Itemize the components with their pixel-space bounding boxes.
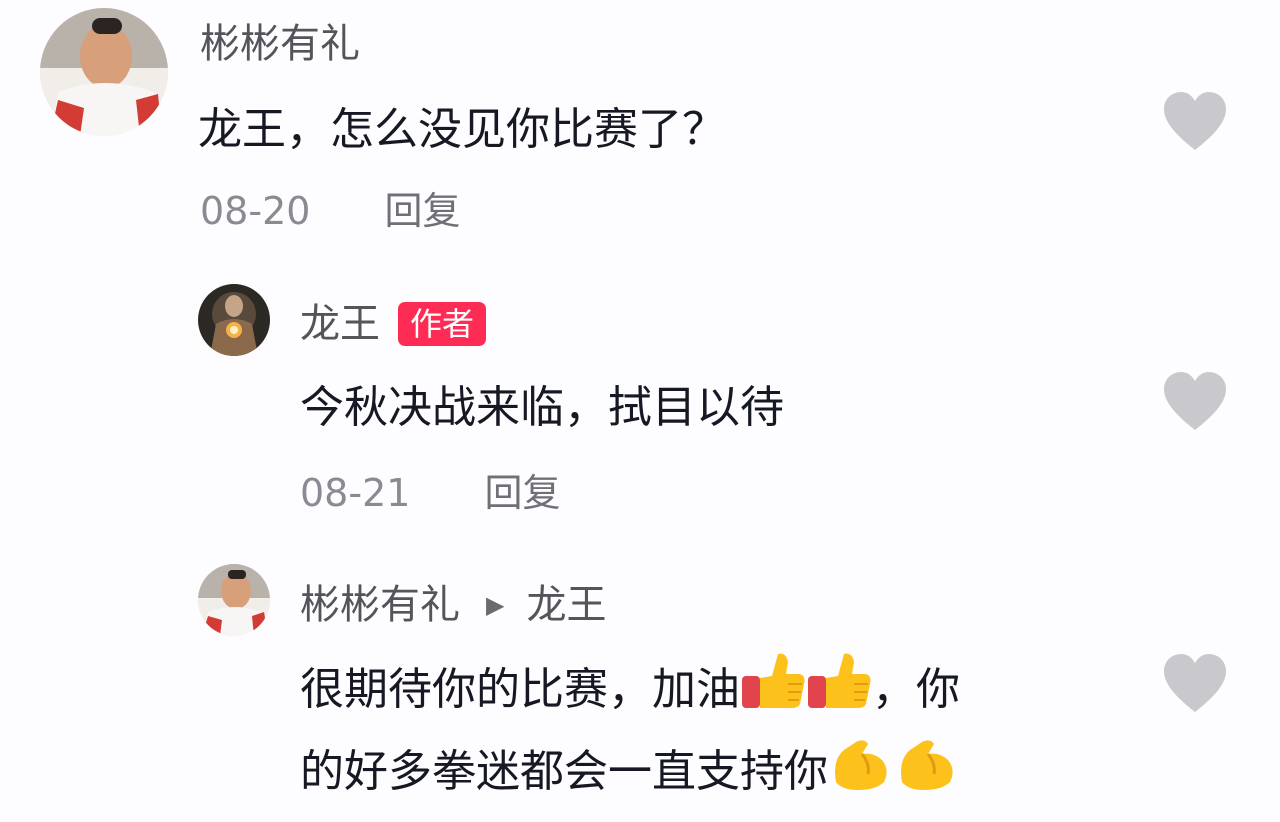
flexed-biceps-emoji <box>894 730 960 796</box>
thumbs-up-emoji <box>806 648 872 714</box>
comment-meta: 08-20 回复 <box>200 192 461 230</box>
comment-username[interactable]: 龙王 作者 <box>300 302 487 346</box>
heart-icon[interactable] <box>1162 654 1228 714</box>
flexed-biceps-emoji <box>828 730 894 796</box>
avatar-binbin[interactable] <box>40 8 168 136</box>
comment-text-tail: ，你 <box>872 664 960 715</box>
author-badge: 作者 <box>398 302 487 346</box>
thumbs-up-emoji <box>740 648 806 714</box>
avatar-binbin[interactable] <box>198 564 270 636</box>
comment-date: 08-20 <box>200 189 311 233</box>
reply-button[interactable]: 回复 <box>385 189 461 233</box>
comment-text: 很期待你的比赛，加油 ，你 的好多拳迷都会一直支持你 <box>300 648 960 812</box>
comment-text: 龙王，怎么没见你比赛了？ <box>198 104 726 155</box>
comment-meta: 08-21 回复 <box>300 474 561 512</box>
heart-icon[interactable] <box>1162 372 1228 432</box>
comment-text: 今秋决战来临，拭目以待 <box>300 382 784 433</box>
heart-icon[interactable] <box>1162 92 1228 152</box>
comment-username[interactable]: 彬彬有礼 <box>200 24 360 64</box>
comment-text-line1: 很期待你的比赛，加油 <box>300 664 740 715</box>
username-text[interactable]: 龙王 <box>300 304 380 344</box>
username-text[interactable]: 彬彬有礼 <box>300 585 460 625</box>
comment-date: 08-21 <box>300 471 411 515</box>
reply-to-username[interactable]: 龙王 <box>526 585 606 625</box>
comment-text-line2: 的好多拳迷都会一直支持你 <box>300 746 828 797</box>
comment-username[interactable]: 彬彬有礼 ▶ 龙王 <box>300 585 606 625</box>
username-text[interactable]: 彬彬有礼 <box>200 24 360 64</box>
avatar-longwang[interactable] <box>198 284 270 356</box>
triangle-right-icon: ▶ <box>486 591 505 619</box>
reply-button[interactable]: 回复 <box>485 471 561 515</box>
